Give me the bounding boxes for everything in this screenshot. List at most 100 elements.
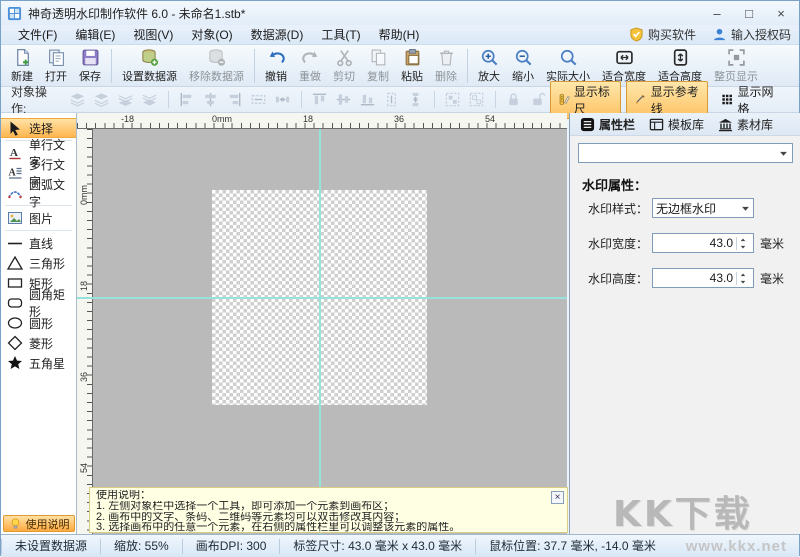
toolbar-button[interactable]: 新建 <box>5 46 39 86</box>
toolbar-button[interactable]: 放大 <box>472 46 506 86</box>
menu-item[interactable]: 视图(V) <box>124 24 182 45</box>
object-op-button[interactable] <box>504 91 524 109</box>
tool-item[interactable]: 选择 <box>1 118 76 138</box>
tool-item[interactable]: 图片 <box>1 208 76 228</box>
tool-item[interactable]: 圆弧文字 <box>1 183 76 203</box>
toolbar-button[interactable]: 整页显示 <box>708 46 764 86</box>
text-arc-icon <box>7 185 23 201</box>
undo-icon <box>267 48 286 67</box>
close-button[interactable]: × <box>765 1 797 25</box>
object-op-button[interactable] <box>92 91 112 109</box>
unit-label: 毫米 <box>760 235 784 252</box>
toolbar-button-label: 重做 <box>299 68 321 84</box>
toolbar-button[interactable]: 缩小 <box>506 46 540 86</box>
vertical-guide-line[interactable] <box>319 129 321 534</box>
object-op-button[interactable] <box>68 91 88 109</box>
fit-width-icon <box>615 48 634 67</box>
layer-back-icon <box>141 91 158 108</box>
caret-up-icon[interactable] <box>739 272 747 278</box>
toolbar-button[interactable]: 重做 <box>293 46 327 86</box>
caret-up-icon[interactable] <box>739 237 747 243</box>
tool-item[interactable]: 三角形 <box>1 253 76 273</box>
spinner-arrows[interactable] <box>736 237 750 250</box>
menu-item[interactable]: 工具(T) <box>312 24 369 45</box>
object-op-button[interactable] <box>443 91 463 109</box>
fit-height-icon <box>671 48 690 67</box>
site-watermark-url: www.kkx.net <box>686 538 799 555</box>
help-button[interactable]: 使用说明 <box>3 515 75 532</box>
separator <box>5 230 72 231</box>
layer-down-icon <box>117 91 134 108</box>
caret-down-icon[interactable] <box>739 279 747 285</box>
vertical-ruler[interactable]: 0mm183654 <box>77 129 93 534</box>
toolbar-button[interactable]: 移除数据源 <box>183 46 250 86</box>
caret-down-icon[interactable] <box>739 244 747 250</box>
toolbar-button[interactable]: 粘贴 <box>395 46 429 86</box>
menu-item[interactable]: 帮助(H) <box>370 24 429 45</box>
status-bar: 未设置数据源缩放: 55%画布DPI: 300标签尺寸: 43.0 毫米 x 4… <box>1 534 799 557</box>
tool-item[interactable]: 圆角矩形 <box>1 293 76 313</box>
object-op-button[interactable] <box>406 91 426 109</box>
maximize-button[interactable]: □ <box>733 1 765 25</box>
toolbar-button[interactable]: 剪切 <box>327 46 361 86</box>
horizontal-ruler[interactable]: -180mm183654 <box>77 113 567 129</box>
menu-right-link[interactable]: 输入授权码 <box>712 26 791 43</box>
object-op-button[interactable] <box>334 91 354 109</box>
toolbar-button[interactable]: 设置数据源 <box>116 46 183 86</box>
object-op-button[interactable] <box>467 91 487 109</box>
toolbar-button[interactable]: 撤销 <box>259 46 293 86</box>
object-op-button[interactable] <box>528 91 548 109</box>
toolbar-button[interactable]: 复制 <box>361 46 395 86</box>
object-op-button[interactable] <box>201 91 221 109</box>
property-fields: 水印样式： 无边框水印 无边框水印 水印宽度： <box>570 197 800 302</box>
menu-item[interactable]: 编辑(E) <box>66 24 124 45</box>
close-icon[interactable]: × <box>551 491 564 504</box>
object-op-button[interactable] <box>177 91 197 109</box>
value-spinner[interactable]: 43.0 <box>652 268 754 288</box>
toolbar-button[interactable]: 保存 <box>73 46 107 86</box>
tool-item[interactable]: 直线 <box>1 233 76 253</box>
separator <box>254 49 255 83</box>
value-spinner[interactable]: 43.0 <box>652 233 754 253</box>
svg-text:A: A <box>9 168 17 179</box>
canvas-viewport[interactable] <box>93 129 567 534</box>
menu-item[interactable]: 文件(F) <box>9 24 66 45</box>
panel-tab[interactable]: 属性栏 <box>576 115 639 134</box>
minimize-button[interactable]: – <box>701 1 733 25</box>
toolbar-button[interactable]: 打开 <box>39 46 73 86</box>
menu-item[interactable]: 对象(O) <box>182 24 241 45</box>
object-op-button[interactable] <box>358 91 378 109</box>
object-op-button[interactable] <box>382 91 402 109</box>
tool-item-label: 三角形 <box>29 255 65 272</box>
tool-item[interactable]: 菱形 <box>1 333 76 353</box>
panel-tab[interactable]: 模板库 <box>645 115 708 134</box>
layer-up-icon <box>93 91 110 108</box>
line-icon <box>7 235 23 251</box>
menu-item[interactable]: 数据源(D) <box>242 24 313 45</box>
object-op-button[interactable] <box>249 91 269 109</box>
spinner-arrows[interactable] <box>736 272 750 285</box>
save-icon <box>81 48 100 67</box>
ungroup-icon <box>468 91 485 108</box>
ruler-icon <box>558 92 570 107</box>
object-op-button[interactable] <box>140 91 160 109</box>
object-op-button[interactable] <box>273 91 293 109</box>
toolbar-button[interactable]: 删除 <box>429 46 463 86</box>
toolbar-button[interactable]: 实际大小 <box>540 46 596 86</box>
layer-front-icon <box>69 91 86 108</box>
style-dropdown[interactable]: 无边框水印 <box>652 198 754 218</box>
object-op-button[interactable] <box>310 91 330 109</box>
guide-icon <box>634 92 646 107</box>
object-op-button[interactable] <box>225 91 245 109</box>
toolbar-button[interactable]: 适合高度 <box>652 46 708 86</box>
toolbar-button[interactable]: 适合宽度 <box>596 46 652 86</box>
toolbar-button-label: 设置数据源 <box>122 68 177 84</box>
object-select-dropdown[interactable] <box>578 143 793 163</box>
panel-tab[interactable]: 素材库 <box>714 115 777 134</box>
tool-item[interactable]: 五角星 <box>1 353 76 373</box>
align-right-icon <box>226 91 243 108</box>
menu-right-link[interactable]: 购买软件 <box>629 26 696 43</box>
object-op-button[interactable] <box>116 91 136 109</box>
horizontal-guide-line[interactable] <box>77 297 567 299</box>
toolbar-button-label: 移除数据源 <box>189 68 244 84</box>
